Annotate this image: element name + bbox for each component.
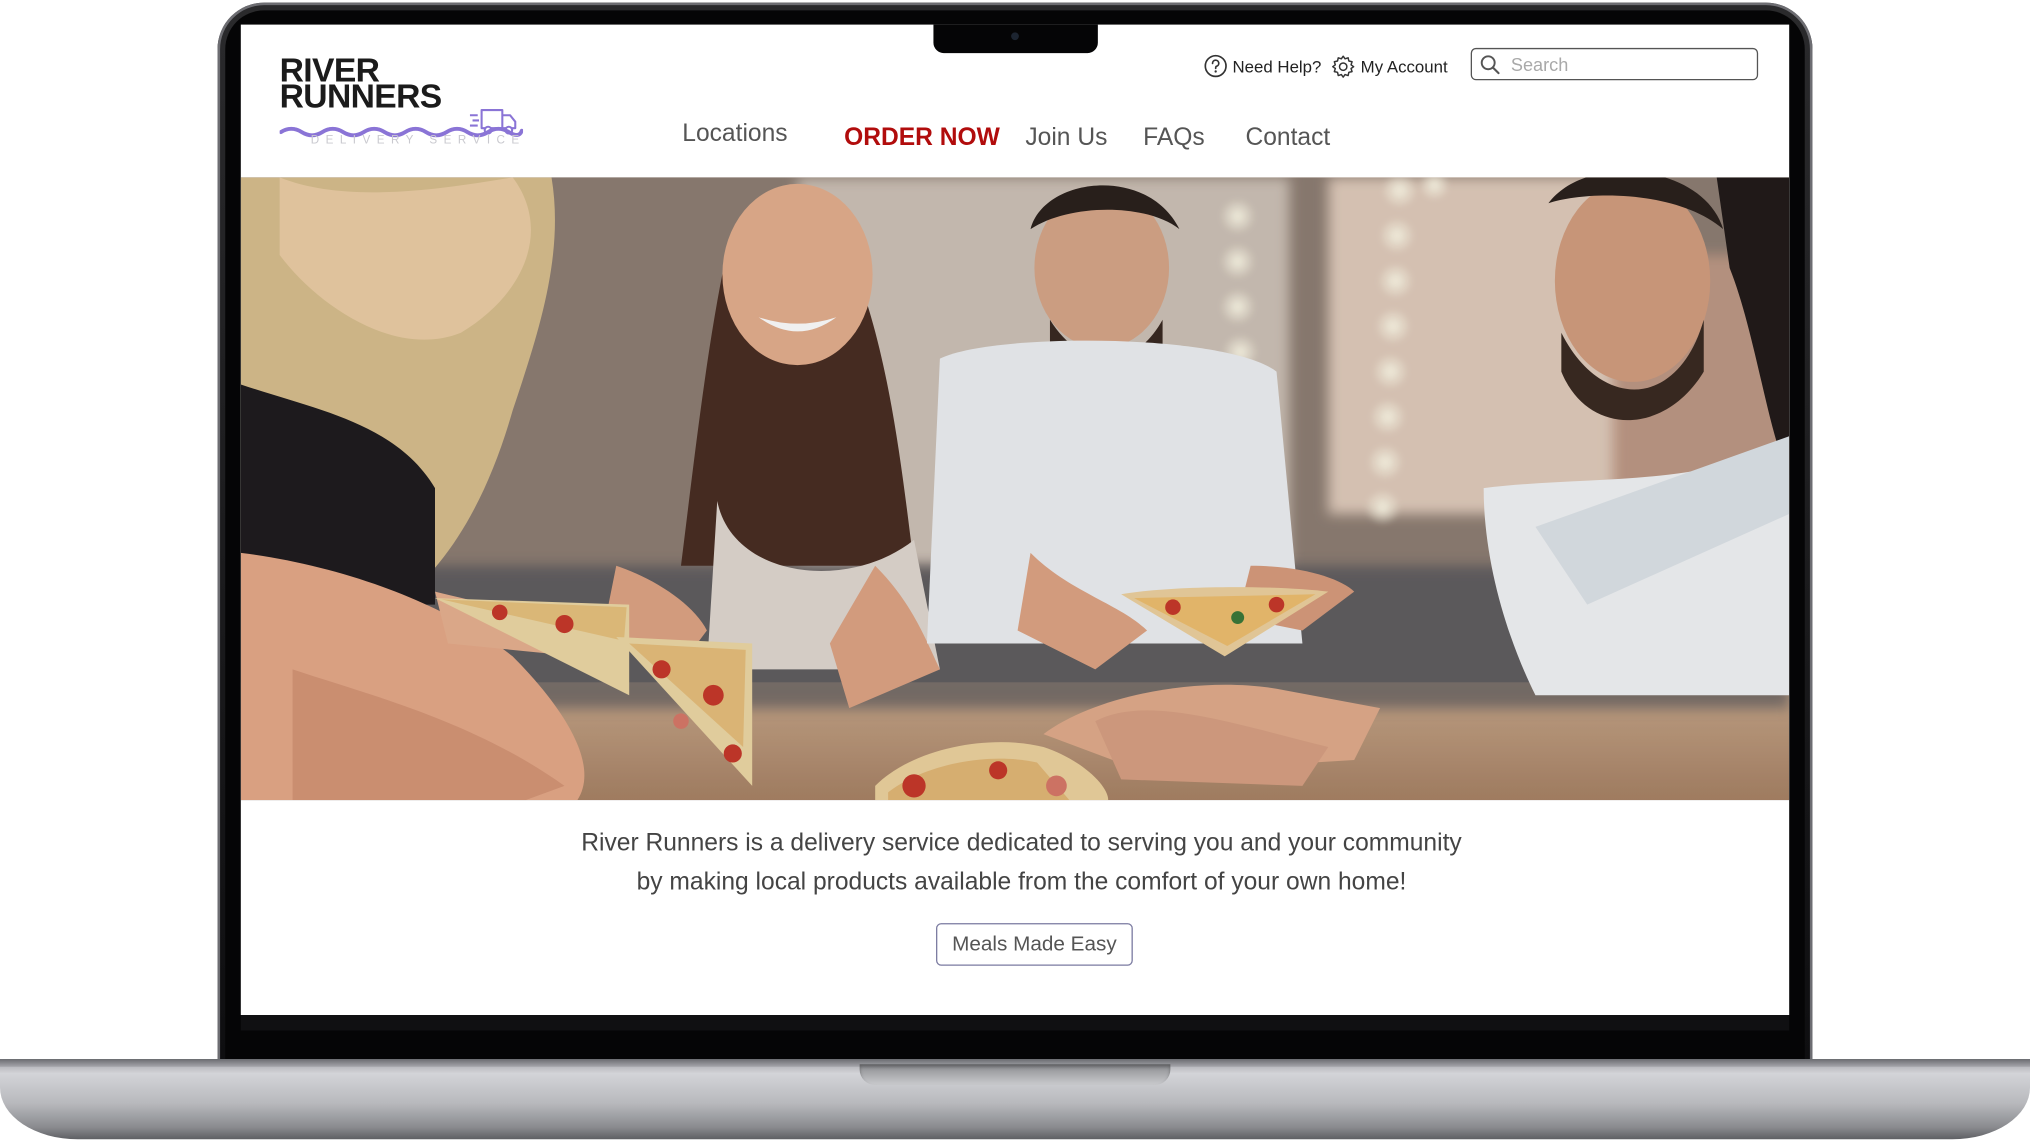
intro-line-2: by making local products available from … [636, 868, 1407, 896]
screen-bottom-bezel [240, 1015, 1790, 1031]
question-circle-icon [1204, 54, 1227, 78]
intro-line-1: River Runners is a delivery service dedi… [581, 829, 1462, 858]
meals-made-easy-button[interactable]: Meals Made Easy [936, 923, 1133, 966]
nav-locations[interactable]: Locations [682, 120, 787, 148]
laptop-mockup: RIVER RUNNERS DELIVERY SERVICE Need Help… [0, 0, 2030, 1144]
website-screen: RIVER RUNNERS DELIVERY SERVICE Need Help… [240, 24, 1790, 1016]
brand-name-line2: RUNNERS [279, 76, 443, 116]
my-account-link[interactable]: My Account [1331, 54, 1448, 79]
search-icon [1480, 54, 1500, 74]
trackpad-notch [859, 1064, 1171, 1085]
brand-tagline: DELIVERY SERVICE [310, 133, 526, 147]
brand-logo[interactable]: RIVER RUNNERS DELIVERY SERVICE [279, 50, 539, 151]
need-help-label: Need Help? [1232, 56, 1322, 76]
friends-sharing-pizza-photo [240, 177, 1790, 801]
nav-contact[interactable]: Contact [1245, 124, 1330, 152]
hero-image [240, 177, 1790, 801]
need-help-link[interactable]: Need Help? [1204, 54, 1322, 78]
search-input[interactable] [1510, 53, 1744, 75]
nav-join-us[interactable]: Join Us [1025, 124, 1107, 152]
camera-icon [1011, 32, 1019, 41]
intro-text: River Runners is a delivery service dedi… [552, 825, 1492, 903]
nav-order-now[interactable]: ORDER NOW [844, 124, 1000, 152]
gear-icon [1331, 55, 1355, 78]
my-account-label: My Account [1360, 56, 1448, 77]
camera-notch [933, 24, 1098, 54]
search-field[interactable] [1470, 47, 1759, 81]
nav-faqs[interactable]: FAQs [1143, 124, 1205, 152]
